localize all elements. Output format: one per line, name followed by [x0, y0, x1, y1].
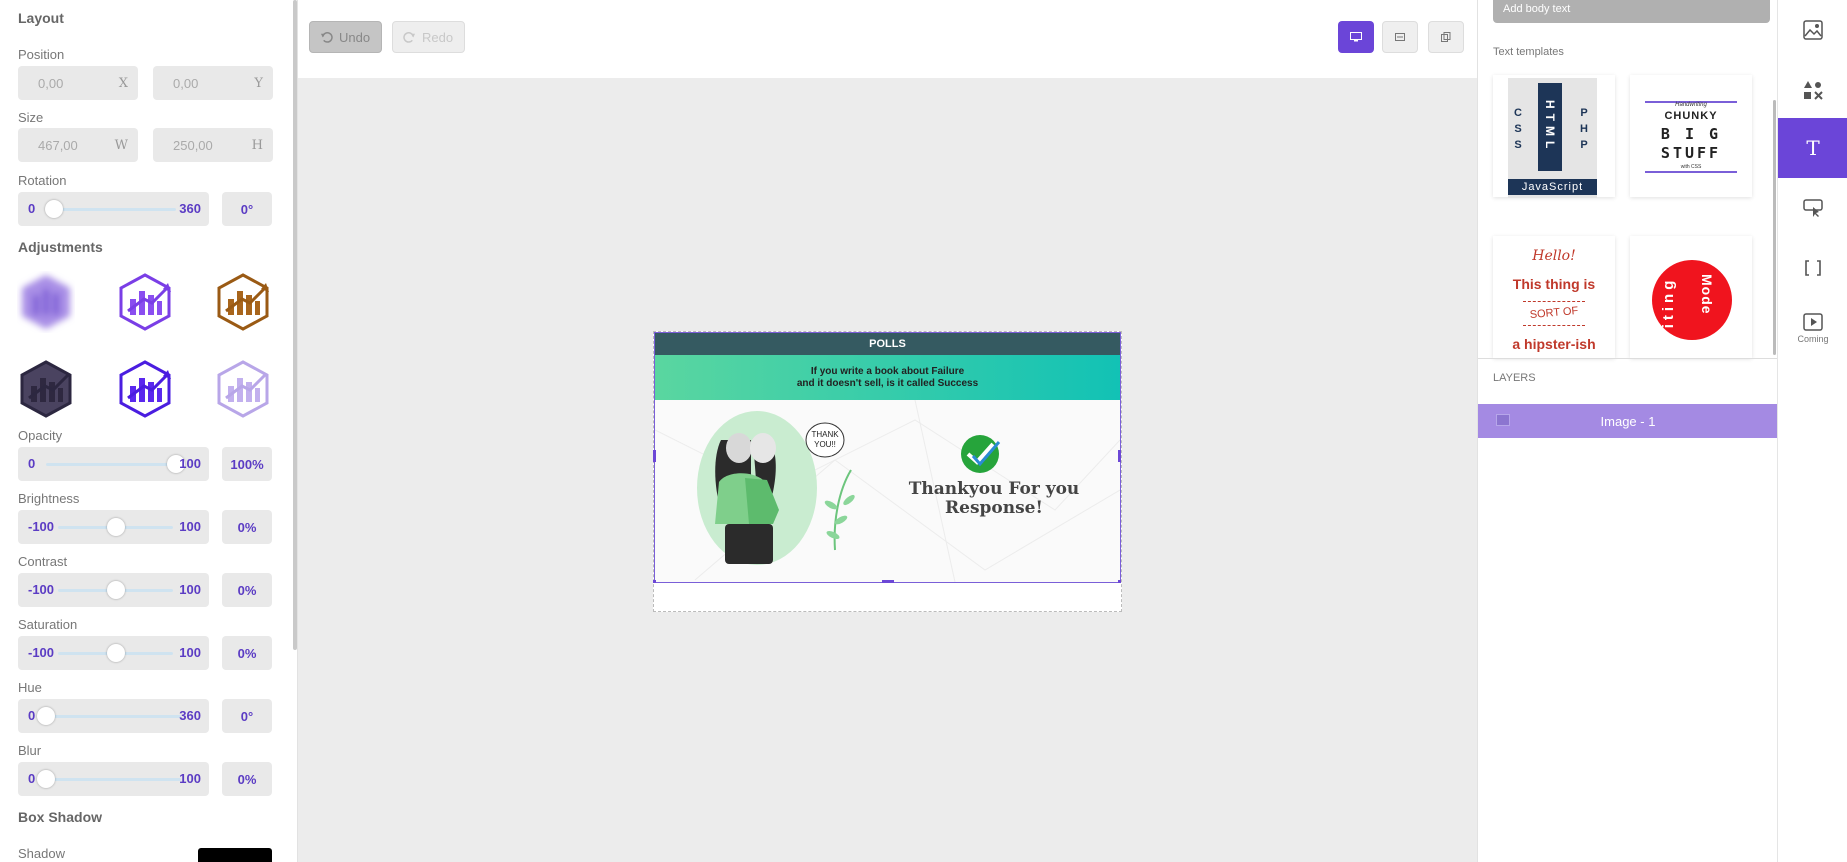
- saturation-slider[interactable]: -100 100: [18, 636, 209, 670]
- width-input[interactable]: 467,00 W: [18, 128, 138, 162]
- shadow-label: Shadow: [18, 846, 65, 861]
- hue-value[interactable]: 0°: [222, 699, 272, 733]
- brightness-slider[interactable]: -100 100: [18, 510, 209, 544]
- polls-quote-band: If you write a book about Failure and it…: [655, 355, 1120, 400]
- saturation-label: Saturation: [18, 617, 78, 632]
- templates-scrollbar[interactable]: [1773, 100, 1776, 355]
- artboard[interactable]: POLLS If you write a book about Failure …: [653, 331, 1122, 612]
- blur-label: Blur: [18, 743, 42, 758]
- blue-preset-icon[interactable]: [114, 358, 176, 420]
- opacity-value[interactable]: 100%: [222, 447, 272, 481]
- redo-button[interactable]: Redo: [392, 21, 465, 53]
- brightness-knob[interactable]: [106, 518, 125, 536]
- hue-knob[interactable]: [37, 707, 55, 725]
- contrast-slider[interactable]: -100 100: [18, 573, 209, 607]
- template-chunky-big-stuff[interactable]: Handwriting CHUNKY B I G STUFF with CSS: [1630, 75, 1752, 197]
- height-input[interactable]: 250,00 H: [153, 128, 273, 162]
- top-toolbar: Undo Redo: [298, 0, 1477, 78]
- opacity-slider[interactable]: 0 100: [18, 447, 209, 481]
- contrast-value[interactable]: 0%: [222, 573, 272, 607]
- polls-image[interactable]: POLLS If you write a book about Failure …: [655, 333, 1120, 582]
- saturation-value[interactable]: 0%: [222, 636, 272, 670]
- rotation-slider[interactable]: 0 360: [18, 192, 209, 226]
- faded-preset-icon[interactable]: [212, 358, 274, 420]
- brightness-label: Brightness: [18, 491, 80, 506]
- box-shadow-title: Box Shadow: [18, 809, 103, 825]
- properties-panel: Layout Position 0,00 X 0,00 Y Size 467,0…: [0, 0, 298, 862]
- svg-text:YOU!!: YOU!!: [814, 440, 836, 449]
- copy-icon: [1441, 32, 1451, 42]
- opacity-label: Opacity: [18, 428, 63, 443]
- size-label: Size: [18, 110, 44, 125]
- sepia-preset-icon[interactable]: [212, 271, 274, 333]
- text-templates-label: Text templates: [1493, 46, 1564, 58]
- undo-icon: [320, 31, 333, 43]
- button-pointer-icon: [1803, 199, 1823, 217]
- thankyou-heading: Thankyou For you Response!: [908, 479, 1080, 518]
- image-layer-icon: [1496, 414, 1510, 426]
- editor-root: Layout Position 0,00 X 0,00 Y Size 467,0…: [0, 0, 1847, 862]
- resize-handle-bottom-right[interactable]: [1118, 580, 1121, 583]
- svg-text:THANK: THANK: [811, 430, 839, 439]
- layout-title: Layout: [18, 10, 64, 26]
- blur-preset-icon[interactable]: [15, 271, 77, 333]
- svg-text:T: T: [1806, 137, 1820, 159]
- polls-body: THANK YOU!! Thankyou For you Response!: [655, 400, 1120, 582]
- design-canvas[interactable]: POLLS If you write a book about Failure …: [298, 78, 1477, 862]
- template-writing-mode[interactable]: Writing Mode: [1630, 236, 1752, 358]
- blur-knob[interactable]: [37, 770, 55, 788]
- rail-images[interactable]: [1778, 0, 1847, 60]
- brackets-icon: [1805, 260, 1821, 276]
- rotation-value[interactable]: 0°: [222, 192, 272, 226]
- shadow-color-swatch[interactable]: [198, 848, 272, 862]
- blur-slider[interactable]: 0 100: [18, 762, 209, 796]
- hue-slider[interactable]: 0 360: [18, 699, 209, 733]
- template-hipster[interactable]: Hello! This thing is SORT OF a hipster-i…: [1493, 236, 1615, 358]
- video-icon: [1803, 313, 1823, 331]
- dark-preset-icon[interactable]: [15, 358, 77, 420]
- position-y-input[interactable]: 0,00 Y: [153, 66, 273, 100]
- resize-handle-left[interactable]: [653, 450, 656, 462]
- add-body-text-button[interactable]: Add body text: [1493, 0, 1770, 23]
- resize-handle-right[interactable]: [1118, 450, 1121, 462]
- position-x-input[interactable]: 0,00 X: [18, 66, 138, 100]
- view-tablet-button[interactable]: [1382, 21, 1418, 53]
- rail-buttons[interactable]: [1778, 178, 1847, 238]
- view-desktop-button[interactable]: [1338, 21, 1374, 53]
- shapes-icon: [1804, 81, 1823, 100]
- layers-header: LAYERS: [1478, 358, 1778, 404]
- adjustments-title: Adjustments: [18, 239, 103, 255]
- monitor-icon: [1350, 32, 1362, 42]
- hue-label: Hue: [18, 680, 42, 695]
- saturation-knob[interactable]: [106, 644, 125, 662]
- text-icon: T: [1806, 137, 1820, 159]
- rotation-knob[interactable]: [45, 200, 63, 218]
- vivid-preset-icon[interactable]: [114, 271, 176, 333]
- polls-header: POLLS: [655, 333, 1120, 355]
- contrast-label: Contrast: [18, 554, 68, 569]
- redo-icon: [403, 31, 416, 43]
- check-badge-icon: [961, 435, 999, 473]
- brightness-value[interactable]: 0%: [222, 510, 272, 544]
- rail-text[interactable]: T: [1778, 118, 1847, 178]
- undo-button[interactable]: Undo: [309, 21, 382, 53]
- tool-rail: T Coming: [1777, 0, 1847, 862]
- blur-value[interactable]: 0%: [222, 762, 272, 796]
- rail-video[interactable]: Coming: [1778, 298, 1847, 358]
- contrast-knob[interactable]: [106, 581, 125, 599]
- view-duplicate-button[interactable]: [1428, 21, 1464, 53]
- resize-handle-bottom-left[interactable]: [653, 580, 656, 583]
- tablet-icon: [1395, 33, 1405, 41]
- layer-item[interactable]: Image - 1: [1478, 404, 1778, 438]
- rail-code[interactable]: [1778, 238, 1847, 298]
- rail-shapes[interactable]: [1778, 60, 1847, 120]
- properties-scrollbar[interactable]: [293, 0, 297, 650]
- elements-panel: Add body text Text templates C S S HTML …: [1477, 0, 1778, 862]
- image-icon: [1803, 20, 1823, 40]
- template-html-css[interactable]: C S S HTML P H P JavaScript: [1493, 75, 1615, 198]
- position-label: Position: [18, 47, 65, 62]
- rotation-label: Rotation: [18, 173, 67, 188]
- resize-handle-bottom[interactable]: [882, 580, 894, 583]
